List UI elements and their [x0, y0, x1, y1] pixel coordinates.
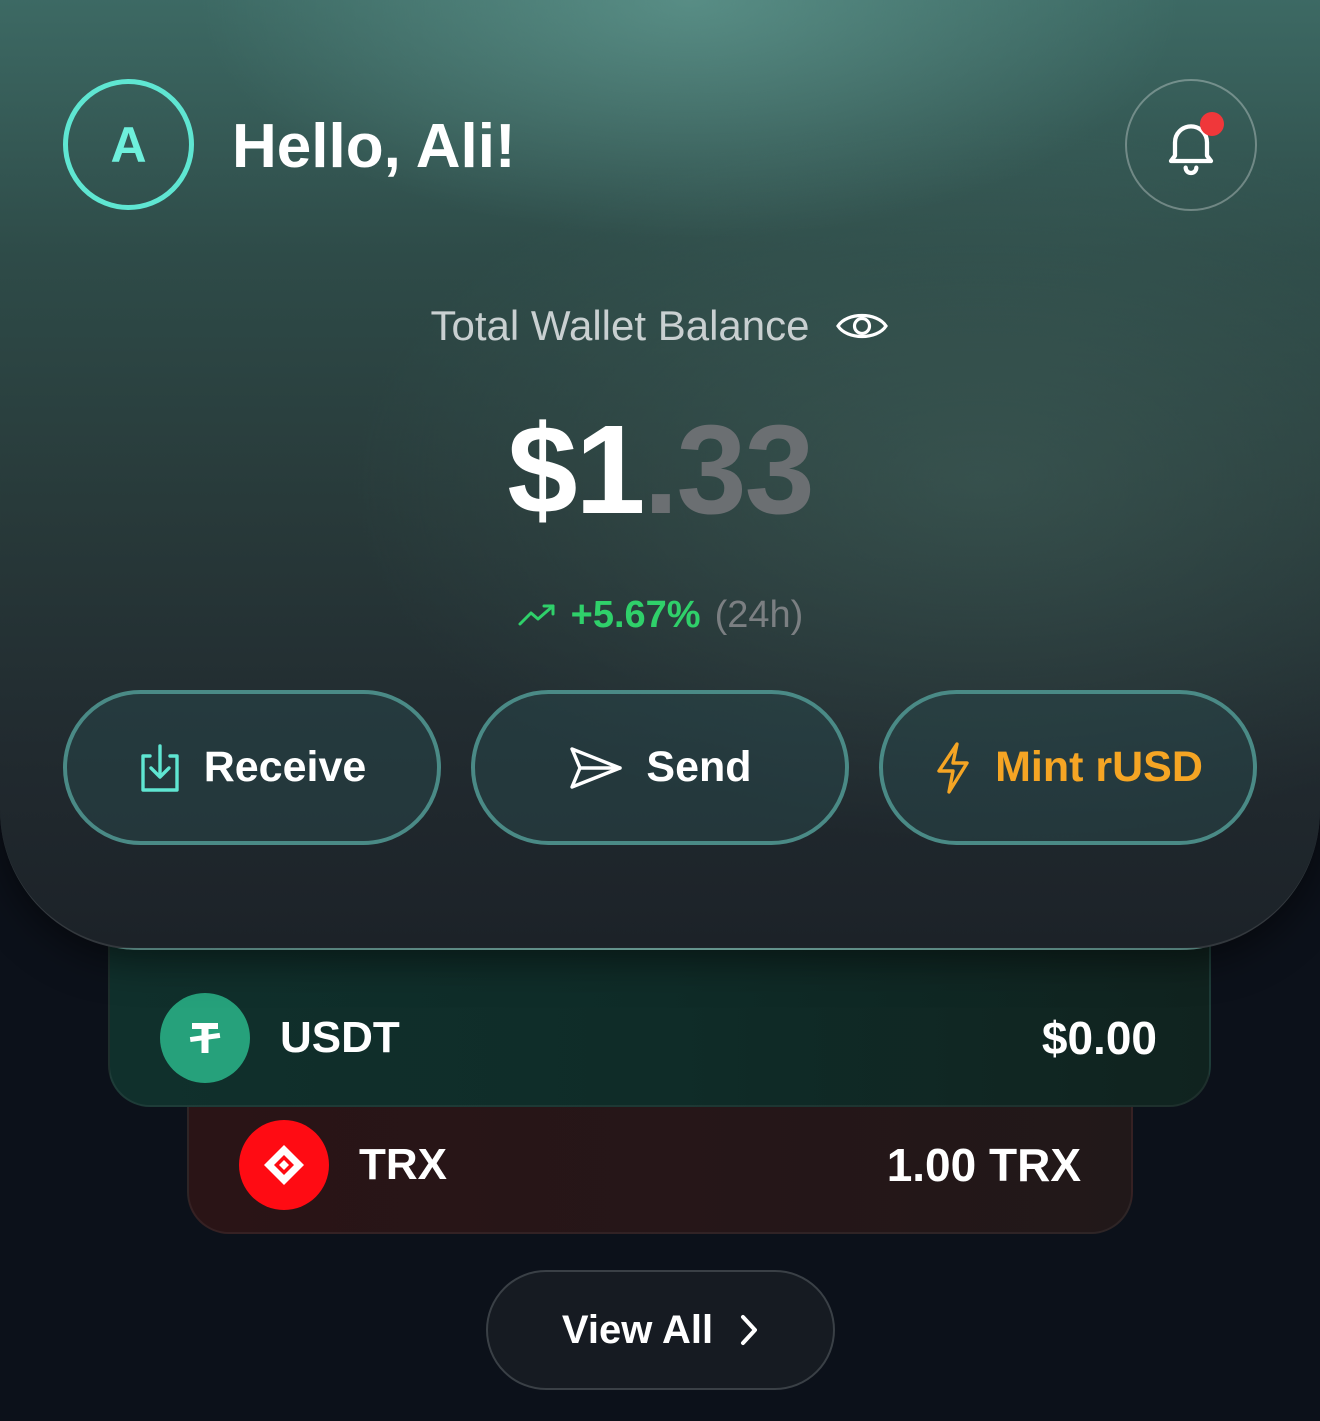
lightning-icon [937, 741, 969, 794]
greeting-title: Hello, Ali! [232, 112, 516, 181]
send-button[interactable]: Send [471, 690, 849, 845]
balance-label: Total Wallet Balance [430, 302, 810, 349]
send-label: Send [646, 743, 752, 791]
change-period: (24h) [714, 594, 804, 636]
view-all-button[interactable]: View All [486, 1270, 835, 1390]
download-icon [141, 743, 179, 792]
token-symbol: USDT [280, 1012, 400, 1062]
balance-amount: $1.33 [0, 405, 1320, 535]
paper-plane-icon [570, 746, 623, 789]
eye-icon[interactable] [835, 306, 889, 346]
change-percent: +5.67% [570, 594, 701, 636]
notification-badge [1200, 112, 1224, 136]
avatar[interactable]: A [63, 79, 194, 210]
token-value: 1.00 TRX [886, 1139, 1081, 1191]
receive-label: Receive [203, 743, 367, 791]
balance-amount-decimal: .33 [643, 399, 814, 540]
balance-change: +5.67% (24h) [0, 592, 1320, 638]
mint-label: Mint rUSD [995, 743, 1203, 791]
receive-button[interactable]: Receive [63, 690, 441, 845]
token-symbol: TRX [359, 1140, 447, 1189]
chevron-right-icon [741, 1315, 758, 1345]
mint-rusd-button[interactable]: Mint rUSD [879, 690, 1257, 845]
wallet-home-screen: TRX 1.00 TRX USDT $0.00 A Hello, Ali! To… [0, 0, 1320, 1421]
trending-up-icon [518, 604, 555, 626]
view-all-label: View All [561, 1307, 714, 1352]
notifications-button[interactable] [1125, 79, 1257, 211]
avatar-initial: A [110, 116, 147, 173]
tron-icon [239, 1120, 329, 1210]
token-value: $0.00 [1041, 1011, 1157, 1064]
tether-icon [160, 992, 250, 1083]
balance-amount-whole: $1 [507, 399, 645, 540]
